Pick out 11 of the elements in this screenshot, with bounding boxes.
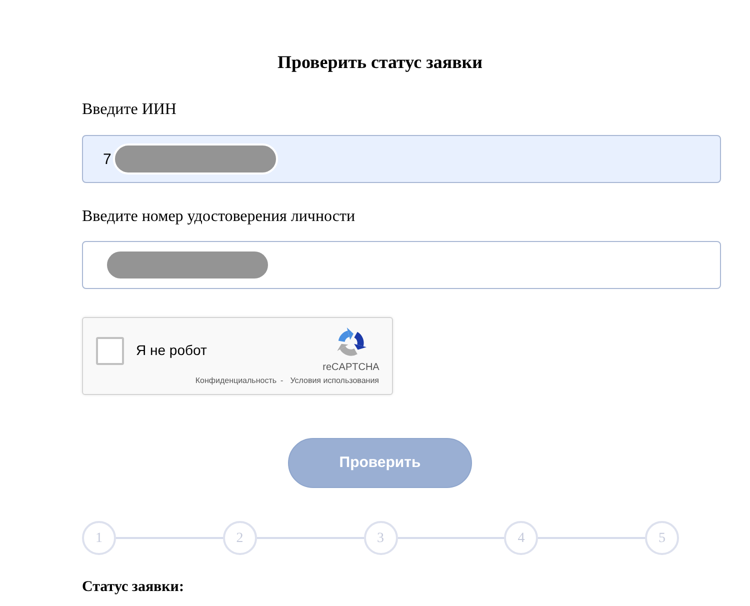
status-label: Статус заявки:	[82, 578, 184, 597]
field-label: Введите ИИН	[82, 100, 176, 120]
link-separator: -	[280, 376, 284, 386]
terms-link[interactable]: Условия использования	[290, 376, 379, 386]
recaptcha-brand: reCAPTCHA	[322, 362, 380, 374]
captcha-label: Я не робот	[136, 341, 207, 360]
page-title: Проверить статус заявки	[277, 51, 483, 74]
circular-arrows-icon	[335, 327, 367, 359]
field-label: Введите номер удостоверения личности	[82, 207, 356, 227]
privacy-link[interactable]: Конфиденциальность	[195, 376, 277, 386]
captcha-checkbox[interactable]	[96, 336, 124, 364]
